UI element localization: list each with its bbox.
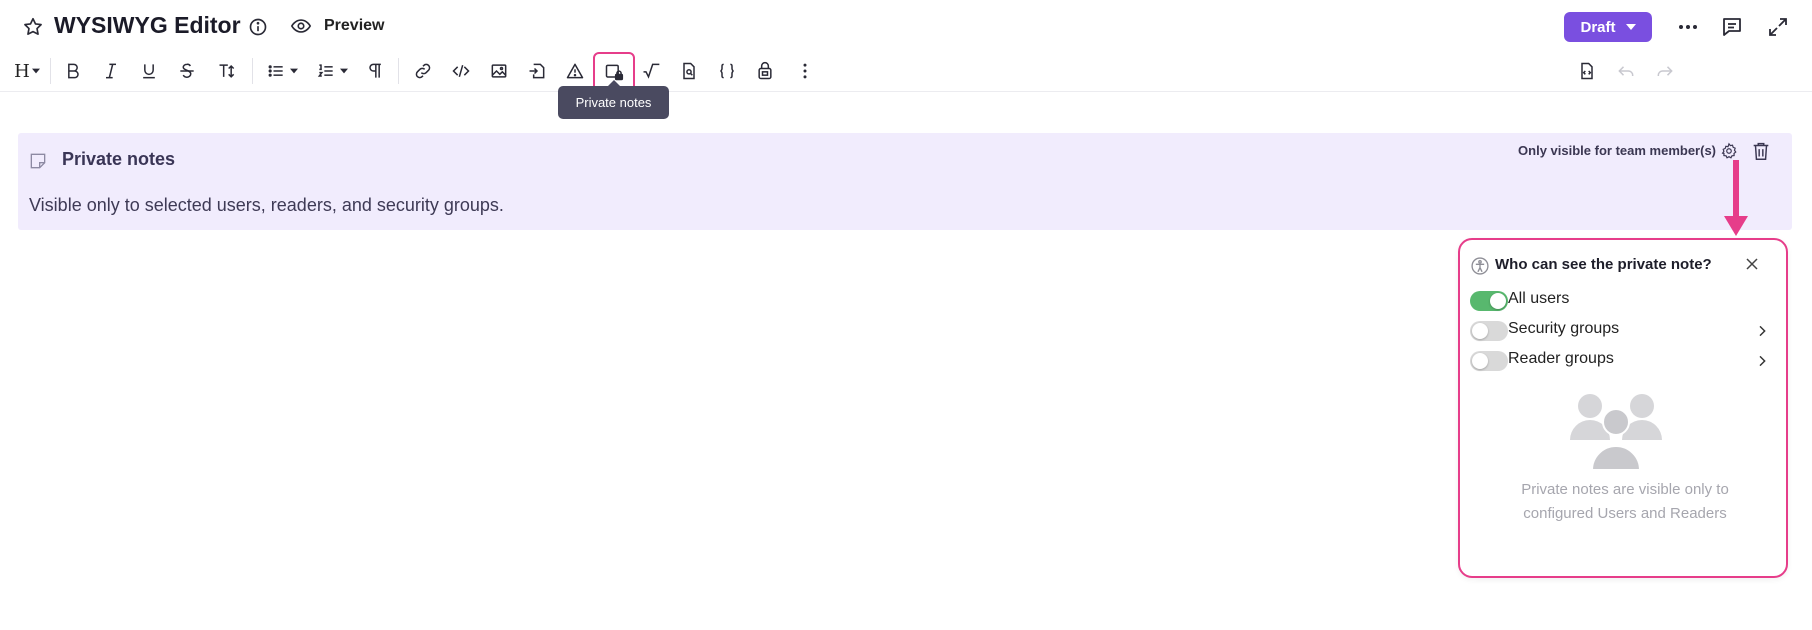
empty-state-line: Private notes are visible only to <box>1521 481 1729 498</box>
more-vertical-icon <box>803 63 807 79</box>
note-body[interactable]: Visible only to selected users, readers,… <box>29 195 504 216</box>
editor-header: WYSIWYG Editor Preview Draft <box>0 0 1812 50</box>
private-note-lock-icon <box>605 64 624 81</box>
heading-dropdown[interactable]: H <box>10 56 44 86</box>
private-note-block[interactable]: Private notes Visible only to selected u… <box>18 133 1792 230</box>
document-search-icon <box>683 62 695 80</box>
all-users-label: All users <box>1508 290 1570 307</box>
image-button[interactable] <box>484 56 514 86</box>
reader-groups-toggle[interactable] <box>1470 351 1508 371</box>
users-group-icon <box>1570 394 1662 470</box>
source-view-button[interactable] <box>1572 56 1602 86</box>
numbered-list-dropdown[interactable] <box>310 56 354 86</box>
note-title: Private notes <box>62 149 176 169</box>
italic-icon <box>106 63 116 79</box>
chevron-right-icon[interactable] <box>1754 323 1770 339</box>
security-groups-toggle[interactable] <box>1470 321 1508 341</box>
toolbar-separator <box>50 58 51 84</box>
expand-icon[interactable] <box>1766 15 1790 39</box>
paragraph-button[interactable] <box>360 56 390 86</box>
more-options-button[interactable] <box>790 56 820 86</box>
text-size-button[interactable] <box>212 56 242 86</box>
bullet-list-dropdown[interactable] <box>260 56 304 86</box>
square-root-icon <box>643 63 660 79</box>
reader-groups-option[interactable]: Reader groups <box>1470 348 1770 372</box>
undo-icon <box>1618 66 1634 76</box>
all-users-option: All users <box>1470 288 1770 312</box>
variables-button[interactable] <box>712 56 742 86</box>
security-groups-label: Security groups <box>1508 320 1620 337</box>
annotation-arrow <box>1724 160 1748 236</box>
math-button[interactable] <box>636 56 666 86</box>
gear-icon[interactable] <box>1720 142 1738 160</box>
empty-state-text: Private notes are visible only to config… <box>1480 478 1770 526</box>
code-icon <box>452 64 470 78</box>
italic-button[interactable] <box>96 56 126 86</box>
page-title: WYSIWYG Editor <box>54 12 241 38</box>
redo-button[interactable] <box>1650 56 1680 86</box>
numbered-list-icon <box>317 64 333 77</box>
toolbar-separator <box>252 58 253 84</box>
bullet-list-icon <box>268 65 283 77</box>
caret-down-icon <box>1625 24 1636 30</box>
underline-icon <box>143 64 155 79</box>
draft-label: Draft <box>1580 18 1616 36</box>
chevron-right-icon[interactable] <box>1754 353 1770 369</box>
undo-button[interactable] <box>1611 56 1641 86</box>
warning-icon <box>566 63 584 79</box>
callout-button[interactable] <box>560 56 590 86</box>
accessibility-icon <box>1471 257 1489 275</box>
trash-icon[interactable] <box>1750 140 1772 162</box>
toolbar-tooltip: Private notes <box>558 80 669 119</box>
link-icon <box>415 63 431 79</box>
eye-icon <box>290 19 312 33</box>
star-icon[interactable] <box>22 16 44 38</box>
lock-document-icon <box>758 62 772 80</box>
heading-label: H <box>14 60 30 82</box>
security-groups-option[interactable]: Security groups <box>1470 318 1770 342</box>
link-button[interactable] <box>408 56 438 86</box>
caret-down-icon <box>290 68 298 74</box>
visibility-popover: Who can see the private note? All users … <box>1458 238 1788 578</box>
comment-icon[interactable] <box>1720 15 1744 39</box>
close-icon[interactable] <box>1742 254 1762 274</box>
image-icon <box>491 64 507 78</box>
embed-document-button[interactable] <box>674 56 704 86</box>
reader-groups-label: Reader groups <box>1508 350 1614 367</box>
draft-status-button[interactable]: Draft <box>1564 12 1652 42</box>
code-button[interactable] <box>446 56 476 86</box>
empty-state-line: configured Users and Readers <box>1523 505 1727 522</box>
strikethrough-icon <box>180 63 194 78</box>
popover-title: Who can see the private note? <box>1495 256 1712 273</box>
code-file-icon <box>1581 62 1593 80</box>
strikethrough-button[interactable] <box>172 56 202 86</box>
sticky-note-icon <box>30 153 46 169</box>
caret-down-icon <box>31 68 40 74</box>
caret-down-icon <box>340 68 348 74</box>
secure-content-button[interactable] <box>750 56 780 86</box>
text-size-icon <box>219 64 235 78</box>
toolbar-separator <box>398 58 399 84</box>
bold-icon <box>68 63 79 79</box>
insert-snippet-button[interactable] <box>522 56 552 86</box>
underline-button[interactable] <box>134 56 164 86</box>
preview-button[interactable]: Preview <box>290 15 384 37</box>
formatting-toolbar: H <box>0 50 1812 92</box>
info-icon[interactable] <box>248 17 268 37</box>
bold-button[interactable] <box>58 56 88 86</box>
redo-icon <box>1657 66 1673 76</box>
more-horizontal-icon[interactable] <box>1676 15 1700 39</box>
all-users-toggle[interactable] <box>1470 291 1508 311</box>
preview-label: Preview <box>324 17 385 34</box>
note-visibility-label: Only visible for team member(s) <box>1518 143 1716 158</box>
curly-braces-icon <box>720 63 734 79</box>
pilcrow-icon <box>369 63 381 78</box>
file-import-icon <box>529 63 545 79</box>
